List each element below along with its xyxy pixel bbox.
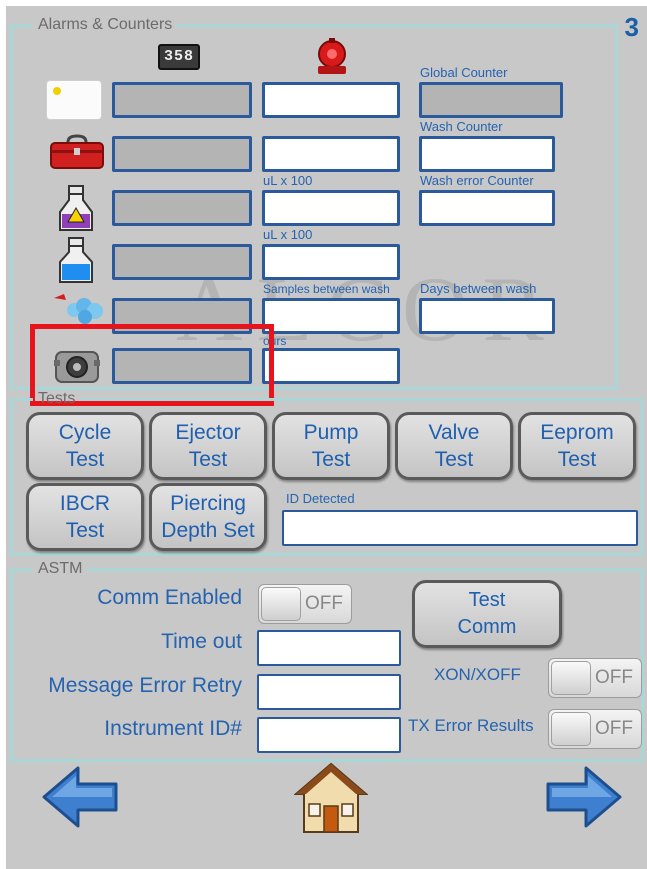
- eeprom-test-button[interactable]: Eeprom Test: [518, 412, 636, 480]
- days-between-wash-label: Days between wash: [420, 281, 537, 296]
- eeprom-test-label-2: Test: [557, 448, 597, 471]
- global-counter-field: [419, 82, 563, 118]
- cycle-test-label-1: Cycle: [58, 421, 112, 444]
- biohazard-bottle-icon: [59, 185, 93, 231]
- test-comm-button[interactable]: Test Comm: [412, 580, 562, 648]
- days-between-wash-field[interactable]: [419, 298, 555, 334]
- ul-x100-field-a[interactable]: [262, 190, 400, 226]
- ul-x100-field-b[interactable]: [262, 244, 400, 280]
- instrument-id-field[interactable]: [257, 717, 401, 753]
- ibcr-test-button[interactable]: IBCR Test: [26, 483, 144, 551]
- home-icon[interactable]: [294, 760, 368, 836]
- valve-test-label-2: Test: [434, 448, 474, 471]
- id-detected-field: [282, 510, 638, 546]
- comm-enabled-label: Comm Enabled: [97, 586, 242, 609]
- samples-between-wash-label: Samples between wash: [263, 282, 390, 296]
- alarm-field-row3[interactable]: [112, 190, 252, 226]
- ejector-test-label-1: Ejector: [175, 421, 241, 444]
- xon-xoff-knob: [551, 661, 591, 695]
- instrument-id-label: Instrument ID#: [104, 717, 242, 740]
- alarms-counters-legend: Alarms & Counters: [38, 16, 173, 33]
- xon-xoff-state: OFF: [595, 667, 633, 688]
- piercing-depth-set-button[interactable]: Piercing Depth Set: [149, 483, 267, 551]
- blue-liquid-bottle-icon: [59, 237, 93, 283]
- alarm-field-row2[interactable]: [112, 136, 252, 172]
- astm-legend: ASTM: [38, 560, 83, 577]
- eeprom-test-label-1: Eeprom: [540, 421, 614, 444]
- message-error-retry-field[interactable]: [257, 674, 401, 710]
- ejector-test-label-2: Test: [188, 448, 228, 471]
- ul-x100-label-b: uL x 100: [263, 227, 313, 242]
- wash-error-counter-field[interactable]: [419, 190, 555, 226]
- valve-test-button[interactable]: Valve Test: [395, 412, 513, 480]
- xon-xoff-label: XON/XOFF: [434, 665, 521, 684]
- wash-error-counter-label: Wash error Counter: [420, 173, 534, 188]
- counter-icon: 358: [158, 44, 200, 70]
- test-comm-label-1: Test: [468, 589, 506, 611]
- test-comm-label-2: Comm: [457, 616, 517, 638]
- xon-xoff-toggle[interactable]: OFF: [548, 658, 642, 698]
- wash-counter-field[interactable]: [419, 136, 555, 172]
- ul-x100-label-a: uL x 100: [263, 173, 313, 188]
- timeout-field[interactable]: [257, 630, 401, 666]
- toolbox-icon: [50, 134, 104, 169]
- tx-error-results-knob: [551, 712, 591, 746]
- ibcr-test-label-1: IBCR: [59, 492, 111, 515]
- right-arrow-icon[interactable]: [544, 764, 624, 830]
- piercing-depth-label-2: Depth Set: [161, 519, 255, 542]
- cycle-test-label-2: Test: [65, 448, 105, 471]
- comm-enabled-state: OFF: [305, 593, 343, 614]
- tx-error-results-label: TX Error Results: [408, 716, 534, 735]
- wash-counter-label: Wash Counter: [420, 119, 503, 134]
- timeout-label: Time out: [161, 630, 242, 653]
- piercing-depth-label-1: Piercing: [170, 492, 246, 515]
- spray-cleaner-icon: [54, 294, 103, 324]
- settings-screen: ALCOR 3 Alarms & Counters 358: [6, 6, 647, 869]
- global-counter-label: Global Counter: [420, 65, 508, 80]
- threshold-field-row1[interactable]: [262, 82, 400, 118]
- valve-test-label-1: Valve: [428, 421, 480, 444]
- alarm-bell-icon: [318, 38, 346, 74]
- pump-test-label-1: Pump: [303, 421, 359, 444]
- tests-legend: Tests: [38, 390, 76, 407]
- left-arrow-icon[interactable]: [40, 764, 120, 830]
- tx-error-results-toggle[interactable]: OFF: [548, 709, 642, 749]
- page-number: 3: [624, 12, 639, 42]
- alarm-field-row1[interactable]: [112, 82, 252, 118]
- card-icon: [46, 80, 102, 120]
- pump-test-label-2: Test: [311, 448, 351, 471]
- pump-test-button[interactable]: Pump Test: [272, 412, 390, 480]
- comm-enabled-knob: [261, 587, 301, 621]
- ibcr-test-label-2: Test: [65, 519, 105, 542]
- comm-enabled-toggle[interactable]: OFF: [258, 584, 352, 624]
- message-error-retry-label: Message Error Retry: [48, 674, 242, 697]
- id-detected-label: ID Detected: [286, 491, 355, 506]
- alarm-field-row4[interactable]: [112, 244, 252, 280]
- ejector-test-button[interactable]: Ejector Test: [149, 412, 267, 480]
- cycle-test-button[interactable]: Cycle Test: [26, 412, 144, 480]
- hours-field[interactable]: [262, 348, 400, 384]
- samples-between-wash-field[interactable]: [262, 298, 400, 334]
- tx-error-results-state: OFF: [595, 718, 633, 739]
- threshold-field-row2[interactable]: [262, 136, 400, 172]
